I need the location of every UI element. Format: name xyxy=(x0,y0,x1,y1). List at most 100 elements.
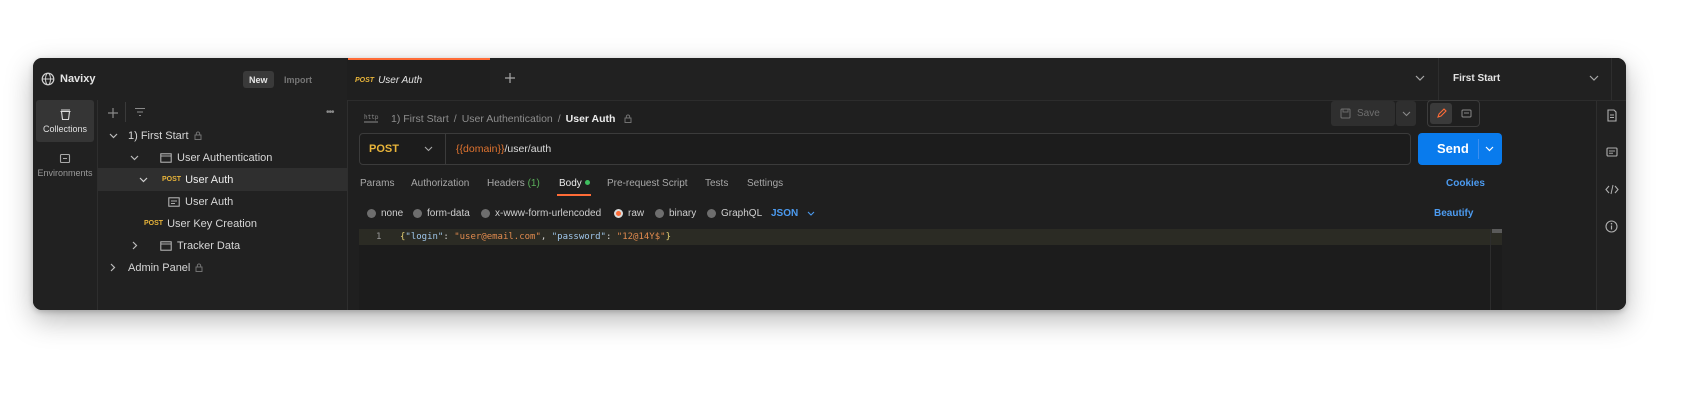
new-tab-icon[interactable] xyxy=(504,72,516,84)
chevron-right-icon xyxy=(98,241,148,250)
line-number: 1 xyxy=(376,232,382,242)
environments-icon xyxy=(59,153,71,165)
more-options-icon[interactable]: ••• xyxy=(326,107,334,118)
tree-label: User Auth xyxy=(185,195,234,208)
radio-binary[interactable]: binary xyxy=(655,208,696,219)
radio-none[interactable]: none xyxy=(367,208,403,219)
editor-scrollbar[interactable] xyxy=(1490,229,1503,310)
tree-label: User Auth xyxy=(185,173,234,186)
workspace-name[interactable]: Navixy xyxy=(60,73,95,85)
tree-label: User Key Creation xyxy=(167,217,257,230)
beautify-link[interactable]: Beautify xyxy=(1434,208,1473,219)
tab-authorization[interactable]: Authorization xyxy=(411,178,469,189)
request-panel: http 1) First Start / User Authenticatio… xyxy=(348,100,1626,310)
tree-item-user-auth[interactable]: POST User Auth xyxy=(98,168,347,191)
code-icon[interactable] xyxy=(1605,184,1619,195)
method-badge: POST xyxy=(355,76,375,84)
comments-icon[interactable] xyxy=(1606,147,1618,159)
folder-icon xyxy=(160,152,172,163)
edit-mode-button[interactable] xyxy=(1430,103,1452,124)
chevron-down-icon xyxy=(98,155,148,161)
method-badge: POST xyxy=(144,220,164,227)
tree-label: Tracker Data xyxy=(177,239,241,252)
new-button[interactable]: New xyxy=(243,71,274,88)
active-tab-underline xyxy=(557,194,591,196)
collections-icon xyxy=(59,109,72,121)
sidebar-rail: Collections Environments xyxy=(33,100,98,310)
svg-text:http: http xyxy=(364,114,379,121)
radio-graphql[interactable]: GraphQL xyxy=(707,208,762,219)
tab-pre-request-script[interactable]: Pre-request Script xyxy=(607,178,688,189)
lock-icon xyxy=(624,114,632,125)
environment-label: First Start xyxy=(1453,73,1501,84)
url-variable: {{domain}} xyxy=(456,143,505,155)
lock-icon xyxy=(194,131,202,140)
breadcrumb-item[interactable]: 1) First Start xyxy=(391,113,449,125)
send-options-icon[interactable] xyxy=(1485,146,1494,152)
rail-label-environments: Environments xyxy=(37,167,93,178)
workspace-header: Navixy New Import xyxy=(33,58,347,101)
send-button[interactable]: Send xyxy=(1418,133,1502,165)
body-indicator-dot xyxy=(584,179,590,185)
format-dropdown[interactable]: JSON xyxy=(771,208,815,219)
code-line: {"login": "user@email.com", "password": … xyxy=(400,232,671,242)
tree-item-user-authentication[interactable]: User Authentication xyxy=(98,146,347,169)
breadcrumb-current[interactable]: User Auth xyxy=(566,113,616,125)
radio-urlencoded[interactable]: x-www-form-urlencoded xyxy=(481,208,601,219)
url-input[interactable]: {{domain}}/user/auth xyxy=(456,143,551,155)
info-icon[interactable] xyxy=(1605,220,1618,233)
tree-item-first-start[interactable]: 1) First Start xyxy=(98,124,347,147)
environment-selector[interactable]: First Start xyxy=(1439,58,1609,100)
rail-label-collections: Collections xyxy=(42,123,88,134)
comment-icon xyxy=(1461,109,1472,119)
body-editor[interactable]: 1 {"login": "user@email.com", "password"… xyxy=(359,229,1502,310)
tree-label: 1) First Start xyxy=(128,129,189,142)
folder-icon xyxy=(160,240,172,251)
example-icon xyxy=(98,196,185,207)
import-button[interactable]: Import xyxy=(278,71,318,88)
tabs-bar: POST User Auth First Start xyxy=(348,58,1626,101)
lock-icon xyxy=(195,263,203,272)
chevron-down-icon xyxy=(98,133,128,139)
save-options-button[interactable] xyxy=(1396,101,1416,126)
radio-raw[interactable]: raw xyxy=(614,208,644,219)
method-badge: POST xyxy=(162,176,182,183)
radio-form-data[interactable]: form-data xyxy=(413,208,470,219)
http-request-icon: http xyxy=(363,111,379,125)
collections-sidebar: ••• 1) First Start User Authentication P… xyxy=(98,100,348,310)
send-label: Send xyxy=(1437,141,1469,156)
tree-item-tracker-data[interactable]: Tracker Data xyxy=(98,234,347,257)
rail-item-environments[interactable]: Environments xyxy=(36,144,94,186)
tab-params[interactable]: Params xyxy=(360,178,394,189)
chevron-down-icon xyxy=(807,211,815,216)
documentation-icon[interactable] xyxy=(1606,109,1618,122)
url-path: /user/auth xyxy=(504,143,552,155)
filter-search[interactable] xyxy=(125,102,296,122)
method-selector[interactable]: POST xyxy=(360,134,446,164)
breadcrumb-item[interactable]: User Authentication xyxy=(462,113,553,125)
app-window: Navixy New Import Collections Environmen… xyxy=(33,58,1626,310)
filter-icon xyxy=(134,107,146,117)
tab-label: User Auth xyxy=(378,74,423,86)
save-button[interactable]: Save xyxy=(1331,101,1395,126)
tree-item-admin-panel[interactable]: Admin Panel xyxy=(98,256,347,279)
chevron-down-icon xyxy=(1589,75,1599,81)
chevron-down-icon xyxy=(424,146,433,152)
tab-tests[interactable]: Tests xyxy=(705,178,728,189)
tree-label: Admin Panel xyxy=(128,261,191,274)
tabs-dropdown-icon[interactable] xyxy=(1415,75,1425,81)
tree-item-user-key-creation[interactable]: POST User Key Creation xyxy=(98,212,347,235)
comment-mode-button[interactable] xyxy=(1455,103,1477,124)
rail-item-collections[interactable]: Collections xyxy=(36,100,94,142)
tree-item-user-auth-example[interactable]: User Auth xyxy=(98,190,347,213)
add-icon[interactable] xyxy=(106,106,120,120)
tree-label: User Authentication xyxy=(177,151,273,164)
pencil-icon xyxy=(1436,108,1447,119)
cookies-link[interactable]: Cookies xyxy=(1446,178,1485,189)
tab-body[interactable]: Body xyxy=(559,178,590,189)
tab-user-auth[interactable]: POST User Auth xyxy=(348,58,490,100)
chevron-right-icon xyxy=(98,263,128,272)
url-bar: POST {{domain}}/user/auth xyxy=(359,133,1411,165)
tab-headers[interactable]: Headers (1) xyxy=(487,178,540,189)
tab-settings[interactable]: Settings xyxy=(747,178,783,189)
